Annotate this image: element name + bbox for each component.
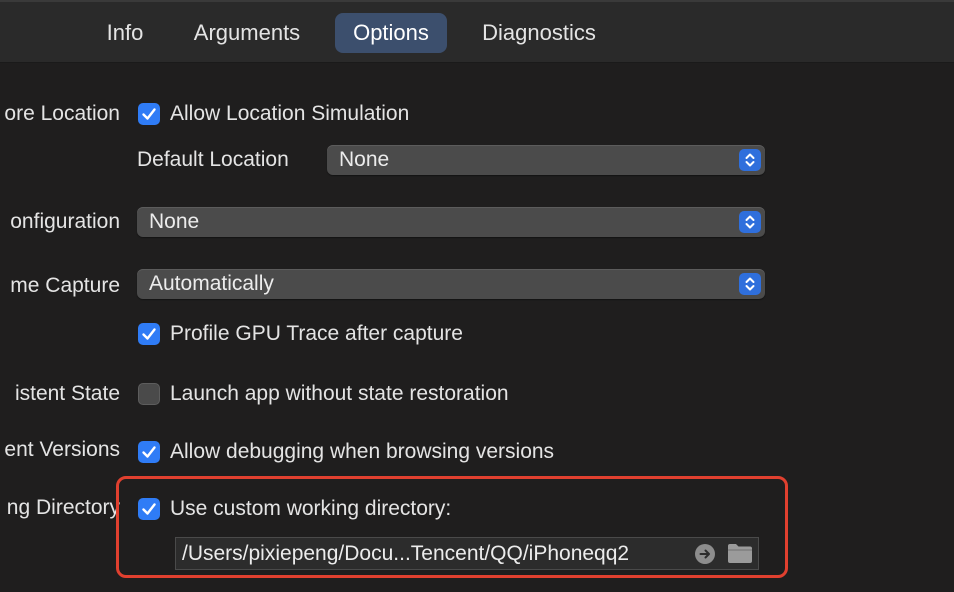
default-location-value: None <box>339 148 390 171</box>
checkmark-icon <box>142 446 156 458</box>
configuration-popup[interactable]: None <box>137 207 765 237</box>
working-directory-label: ng Directory <box>6 496 120 519</box>
frame-capture-value: Automatically <box>149 272 274 295</box>
configuration-value: None <box>149 210 200 233</box>
scheme-editor-options-panel: Info Arguments Options Diagnostics ore L… <box>0 0 954 592</box>
use-custom-working-directory-label: Use custom working directory: <box>170 497 452 520</box>
default-location-popup[interactable]: None <box>327 145 765 175</box>
chevron-up-down-icon <box>739 211 761 233</box>
use-custom-working-directory-checkbox[interactable] <box>138 498 160 520</box>
default-location-label: Default Location <box>137 148 289 171</box>
frame-capture-label: me Capture <box>10 274 120 297</box>
checkmark-icon <box>142 108 156 120</box>
launch-without-state-restoration-label: Launch app without state restoration <box>170 382 509 405</box>
launch-without-state-restoration-checkbox[interactable] <box>138 383 160 405</box>
allow-location-simulation-checkbox[interactable] <box>138 103 160 125</box>
allow-debugging-versions-label: Allow debugging when browsing versions <box>170 440 555 463</box>
checkmark-icon <box>142 503 156 515</box>
checkmark-icon <box>142 328 156 340</box>
persistent-state-label: istent State <box>14 382 120 405</box>
working-directory-path-field[interactable]: /Users/pixiepeng/Docu...Tencent/QQ/iPhon… <box>175 537 759 570</box>
allow-location-simulation-label: Allow Location Simulation <box>170 102 410 125</box>
tab-info[interactable]: Info <box>92 13 158 53</box>
tab-bar: Info Arguments Options Diagnostics <box>0 0 954 63</box>
profile-gpu-trace-label: Profile GPU Trace after capture <box>170 322 463 345</box>
profile-gpu-trace-checkbox[interactable] <box>138 323 160 345</box>
arrow-right-circle-icon[interactable] <box>695 544 715 564</box>
working-directory-path: /Users/pixiepeng/Docu...Tencent/QQ/iPhon… <box>182 542 630 565</box>
chevron-up-down-icon <box>739 149 761 171</box>
tab-arguments[interactable]: Arguments <box>178 13 316 53</box>
configuration-label: onfiguration <box>10 210 120 233</box>
tab-diagnostics[interactable]: Diagnostics <box>466 13 612 53</box>
frame-capture-popup[interactable]: Automatically <box>137 269 765 299</box>
folder-icon[interactable] <box>727 543 753 564</box>
chevron-up-down-icon <box>739 273 761 295</box>
core-location-label: ore Location <box>4 102 120 125</box>
document-versions-label: ent Versions <box>4 438 120 461</box>
allow-debugging-versions-checkbox[interactable] <box>138 441 160 463</box>
tab-options[interactable]: Options <box>335 13 447 53</box>
